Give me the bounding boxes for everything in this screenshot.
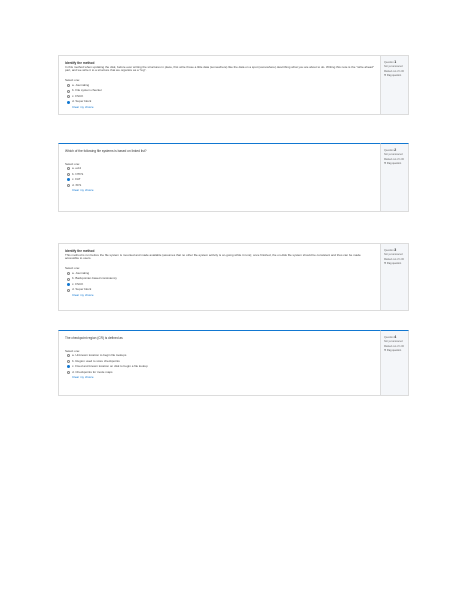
radio-icon[interactable] — [67, 359, 70, 363]
option-letter: d. — [72, 99, 75, 104]
question-content-1: Identify the method In this method when … — [58, 55, 381, 115]
option-letter: d. — [72, 287, 75, 292]
radio-icon[interactable] — [67, 272, 70, 276]
question-text: This method is run before the file syste… — [65, 252, 361, 261]
flag-question-button[interactable]: ⚑ Flag question — [384, 262, 405, 266]
radio-icon[interactable] — [67, 84, 70, 88]
radio-icon[interactable] — [67, 167, 70, 171]
question-text: In this method when updating the disk, b… — [65, 64, 374, 73]
radio-selected-icon[interactable] — [67, 283, 70, 287]
option-text: Super block — [75, 99, 92, 104]
question-info-2: Question 2 Not yet answered Marked out o… — [381, 143, 409, 212]
radio-icon[interactable] — [67, 370, 70, 374]
question-info-4: Question 4 Not yet answered Marked out o… — [381, 330, 409, 396]
question-info-1: Question 1 Not yet answered Marked out o… — [381, 55, 409, 115]
clear-choice-link[interactable]: Clear my choice — [65, 105, 374, 110]
radio-icon[interactable] — [67, 95, 70, 99]
question-card-3: Identify the method This method is run b… — [58, 243, 409, 311]
question-text: Which of the following file systems is b… — [65, 149, 147, 153]
flag-question-button[interactable]: ⚑ Flag question — [384, 349, 405, 353]
clear-choice-link[interactable]: Clear my choice — [65, 293, 374, 298]
flag-icon: ⚑ — [384, 162, 387, 166]
radio-icon[interactable] — [67, 277, 70, 281]
radio-icon[interactable] — [67, 183, 70, 187]
question-card-2: Which of the following file systems is b… — [58, 143, 409, 212]
question-content-2: Which of the following file systems is b… — [58, 143, 381, 212]
flag-question-button[interactable]: ⚑ Flag question — [384, 162, 405, 166]
radio-selected-icon[interactable] — [67, 365, 70, 369]
flag-icon: ⚑ — [384, 74, 387, 78]
radio-selected-icon[interactable] — [67, 100, 70, 104]
radio-icon[interactable] — [67, 354, 70, 358]
question-content-3: Identify the method This method is run b… — [58, 243, 381, 311]
question-text: The checkpoint region (CR) is defined as — [65, 336, 123, 340]
radio-icon[interactable] — [67, 89, 70, 93]
radio-icon[interactable] — [67, 288, 70, 292]
question-card-4: The checkpoint region (CR) is defined as… — [58, 330, 409, 396]
flag-icon: ⚑ — [384, 349, 387, 353]
clear-choice-link[interactable]: Clear my choice — [65, 375, 374, 380]
option-text: Super block — [75, 287, 92, 292]
question-content-4: The checkpoint region (CR) is defined as… — [58, 330, 381, 396]
clear-choice-link[interactable]: Clear my choice — [65, 188, 374, 193]
flag-icon: ⚑ — [384, 262, 387, 266]
question-info-3: Question 3 Not yet answered Marked out o… — [381, 243, 409, 311]
radio-icon[interactable] — [67, 172, 70, 176]
radio-selected-icon[interactable] — [67, 178, 70, 182]
flag-question-button[interactable]: ⚑ Flag question — [384, 74, 405, 78]
question-card-1: Identify the method In this method when … — [58, 55, 409, 115]
